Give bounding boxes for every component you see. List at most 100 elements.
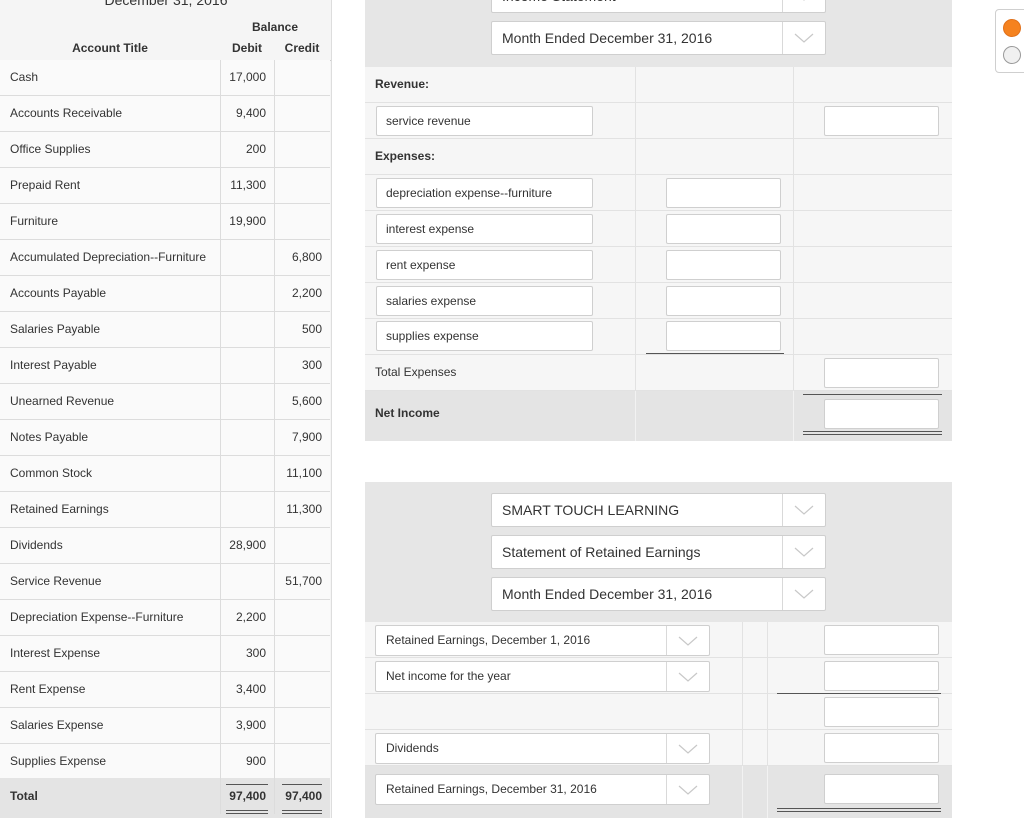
credit-value: 11,300: [274, 492, 330, 528]
table-row: Interest Expense 300: [0, 636, 330, 672]
total-debit-double-rule: [226, 810, 268, 814]
re-amount-input[interactable]: [824, 661, 939, 691]
re-account-select[interactable]: Retained Earnings, December 1, 2016: [375, 625, 710, 656]
debit-value: 19,900: [220, 204, 274, 240]
company-select[interactable]: SMART TOUCH LEARNING: [491, 493, 826, 527]
re-amount-input[interactable]: [824, 697, 939, 727]
option-radio-group: [995, 9, 1024, 73]
account-name: Supplies Expense: [10, 754, 107, 768]
chevron-down-icon: [782, 536, 825, 568]
debit-value: 28,900: [220, 528, 274, 564]
total-row: Total 97,400 97,400: [0, 778, 330, 818]
debit-value: 200: [220, 132, 274, 168]
statement-name-select[interactable]: Income Statement: [491, 0, 826, 13]
expenses-heading-row: Expenses:: [365, 139, 952, 175]
debit-value: [220, 456, 274, 492]
re-ending-row: Retained Earnings, December 31, 2016: [365, 766, 952, 818]
radio-unselected-icon[interactable]: [1003, 46, 1021, 64]
total-expenses-input[interactable]: [824, 358, 939, 388]
table-row: Dividends 28,900: [0, 528, 330, 564]
table-row: Retained Earnings 11,300: [0, 492, 330, 528]
credit-value: [274, 60, 330, 96]
total-expenses-label: Total Expenses: [375, 365, 457, 379]
account-name: Rent Expense: [10, 682, 86, 696]
re-account-select[interactable]: Net income for the year: [375, 661, 710, 692]
table-row: Office Supplies 200: [0, 132, 330, 168]
chevron-down-icon: [666, 662, 709, 691]
table-row: Accounts Receivable 9,400: [0, 96, 330, 132]
account-title-header: Account Title: [72, 41, 148, 55]
credit-value: 11,100: [274, 456, 330, 492]
re-account-select[interactable]: Retained Earnings, December 31, 2016: [375, 774, 710, 805]
statement-select[interactable]: Statement of Retained Earnings: [491, 535, 826, 569]
radio-selected-icon[interactable]: [1003, 19, 1021, 37]
re-account-select[interactable]: Dividends: [375, 733, 710, 764]
credit-value: 2,200: [274, 276, 330, 312]
debit-value: 3,900: [220, 708, 274, 744]
credit-value: [274, 96, 330, 132]
total-debit-rule: [226, 784, 268, 785]
expense-amount-input[interactable]: [666, 178, 781, 208]
period-select[interactable]: Month Ended December 31, 2016: [491, 577, 826, 611]
account-name: Interest Expense: [10, 646, 101, 660]
expense-account-field[interactable]: salaries expense: [376, 286, 593, 316]
account-name: Interest Payable: [10, 358, 97, 372]
expense-account-field[interactable]: rent expense: [376, 250, 593, 280]
table-row: Salaries Payable 500: [0, 312, 330, 348]
debit-header: Debit: [232, 41, 262, 55]
credit-value: [274, 708, 330, 744]
debit-value: [220, 420, 274, 456]
re-account-value: Net income for the year: [386, 669, 511, 683]
credit-value: [274, 528, 330, 564]
net-income-input[interactable]: [824, 399, 939, 429]
net-income-label: Net Income: [375, 406, 440, 420]
chevron-down-icon: [666, 626, 709, 655]
expense-account-field[interactable]: supplies expense: [376, 321, 593, 351]
company-value: SMART TOUCH LEARNING: [502, 502, 680, 518]
expense-account-field[interactable]: interest expense: [376, 214, 593, 244]
chevron-down-icon: [666, 775, 709, 804]
expense-row: supplies expense: [365, 319, 952, 355]
revenue-account-field[interactable]: service revenue: [376, 106, 593, 136]
re-amount-input[interactable]: [824, 733, 939, 763]
debit-value: 2,200: [220, 600, 274, 636]
debit-value: 3,400: [220, 672, 274, 708]
re-ending-amount-input[interactable]: [824, 774, 939, 804]
table-row: Interest Payable 300: [0, 348, 330, 384]
debit-value: 11,300: [220, 168, 274, 204]
credit-value: [274, 672, 330, 708]
chevron-down-icon: [782, 494, 825, 526]
trial-balance-table: December 31, 2016 Balance Account Title …: [0, 0, 332, 818]
credit-value: 500: [274, 312, 330, 348]
table-row: Rent Expense 3,400: [0, 672, 330, 708]
expense-amount-input[interactable]: [666, 214, 781, 244]
revenue-heading: Revenue:: [375, 77, 430, 91]
expense-row: depreciation expense--furniture: [365, 175, 952, 211]
credit-value: [274, 636, 330, 672]
total-expenses-row: Total Expenses: [365, 355, 952, 391]
debit-value: [220, 492, 274, 528]
revenue-amount-input[interactable]: [824, 106, 939, 136]
re-account-value: Dividends: [386, 741, 439, 755]
re-amount-input[interactable]: [824, 625, 939, 655]
table-row: Prepaid Rent 11,300: [0, 168, 330, 204]
account-name: Service Revenue: [10, 574, 102, 588]
period-select[interactable]: Month Ended December 31, 2016: [491, 21, 826, 55]
re-row: Net income for the year: [365, 658, 952, 694]
table-row: Service Revenue 51,700: [0, 564, 330, 600]
account-name: Office Supplies: [10, 142, 91, 156]
expense-amount-input[interactable]: [666, 321, 781, 351]
net-income-double-rule: [803, 431, 942, 435]
chevron-down-icon: [782, 0, 825, 12]
re-row: [365, 694, 952, 730]
expense-amount-input[interactable]: [666, 250, 781, 280]
expense-account-field[interactable]: depreciation expense--furniture: [376, 178, 593, 208]
expense-row: rent expense: [365, 247, 952, 283]
debit-value: [220, 240, 274, 276]
credit-value: [274, 204, 330, 240]
credit-value: [274, 168, 330, 204]
account-name: Dividends: [10, 538, 63, 552]
debit-value: 9,400: [220, 96, 274, 132]
period-value: Month Ended December 31, 2016: [502, 30, 713, 46]
expense-amount-input[interactable]: [666, 286, 781, 316]
